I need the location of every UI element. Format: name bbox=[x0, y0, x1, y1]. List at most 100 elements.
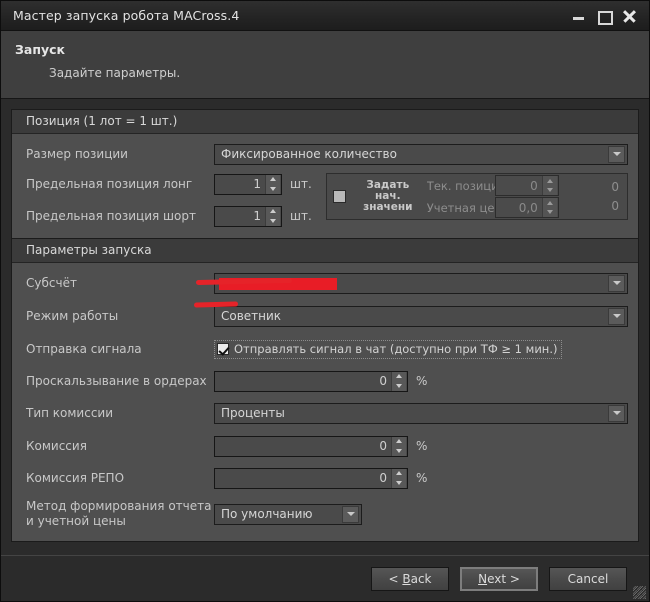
chevron-down-icon[interactable] bbox=[608, 308, 625, 325]
accounting-price-row: Учетная це 0,0 bbox=[427, 198, 559, 217]
commission-type-label: Тип комиссии bbox=[22, 406, 214, 420]
stepper-up-icon[interactable] bbox=[266, 207, 280, 217]
chevron-down-icon[interactable] bbox=[608, 405, 625, 422]
stepper-up-icon[interactable] bbox=[392, 372, 406, 382]
wizard-window: Мастер запуска робота MACross.4 Запуск З… bbox=[0, 0, 650, 602]
repo-commission-stepper[interactable]: 0 bbox=[214, 468, 408, 489]
stepper-down-icon[interactable] bbox=[392, 446, 406, 456]
repo-commission-value: 0 bbox=[379, 471, 387, 485]
stepper-down-icon[interactable] bbox=[266, 216, 280, 226]
current-position-tail-value: 0 bbox=[611, 180, 619, 194]
limits-column: Предельная позиция лонг 1 шт. bbox=[22, 171, 312, 229]
position-short-unit: шт. bbox=[290, 209, 312, 223]
window-controls bbox=[571, 8, 643, 24]
back-button-label: < Back bbox=[388, 572, 431, 586]
stepper-buttons[interactable] bbox=[391, 372, 406, 391]
wizard-body: Позиция (1 лот = 1 шт.) Размер позиции Ф… bbox=[1, 99, 649, 555]
signal-label: Отправка сигнала bbox=[22, 342, 214, 356]
mode-select[interactable]: Советник bbox=[214, 306, 628, 327]
chevron-down-icon[interactable] bbox=[608, 146, 625, 163]
position-group: Позиция (1 лот = 1 шт.) Размер позиции Ф… bbox=[11, 109, 639, 239]
stepper-up-icon[interactable] bbox=[392, 437, 406, 447]
stepper-up-icon[interactable] bbox=[392, 469, 406, 479]
stepper-down-icon[interactable] bbox=[392, 381, 406, 391]
stepper-buttons[interactable] bbox=[542, 198, 557, 217]
report-method-row: Метод формирования отчета и учетной цены… bbox=[22, 499, 628, 529]
page-subtitle: Задайте параметры. bbox=[49, 66, 649, 80]
window-title: Мастер запуска робота MACross.4 bbox=[13, 8, 571, 23]
stepper-buttons[interactable] bbox=[265, 175, 280, 194]
stepper-down-icon[interactable] bbox=[543, 208, 557, 218]
position-size-row: Размер позиции Фиксированное количество bbox=[22, 141, 628, 167]
subaccount-select[interactable] bbox=[214, 273, 628, 294]
next-button-label: Next > bbox=[478, 572, 520, 586]
minimize-icon[interactable] bbox=[571, 8, 587, 24]
position-group-title: Позиция (1 лот = 1 шт.) bbox=[12, 110, 638, 134]
accounting-price-stepper[interactable]: 0,0 bbox=[495, 197, 559, 218]
send-signal-checkbox-wrapper[interactable]: Отправлять сигнал в чат (доступно при ТФ… bbox=[214, 340, 562, 359]
position-long-stepper[interactable]: 1 bbox=[214, 174, 282, 195]
repo-commission-unit: % bbox=[416, 471, 427, 485]
stepper-up-icon[interactable] bbox=[543, 176, 557, 186]
report-method-select[interactable]: По умолчанию bbox=[214, 504, 362, 525]
commission-stepper[interactable]: 0 bbox=[214, 436, 408, 457]
mode-label: Режим работы bbox=[22, 309, 214, 323]
stepper-buttons[interactable] bbox=[391, 437, 406, 456]
maximize-icon[interactable] bbox=[596, 8, 612, 24]
initial-values-toggle[interactable]: Задать нач. значени bbox=[333, 180, 417, 213]
launch-parameters-body: Субсчёт Режим работы Советник bbox=[12, 263, 638, 541]
initial-values-checkbox[interactable] bbox=[333, 190, 346, 203]
current-position-row: Тек. позици 0 bbox=[427, 176, 559, 195]
chevron-down-icon[interactable] bbox=[608, 275, 625, 292]
back-button[interactable]: < Back bbox=[371, 567, 449, 591]
position-short-label: Предельная позиция шорт bbox=[22, 209, 214, 223]
title-bar: Мастер запуска робота MACross.4 bbox=[1, 1, 649, 31]
slippage-label: Проскальзывание в ордерах bbox=[22, 374, 214, 388]
stepper-down-icon[interactable] bbox=[266, 184, 280, 194]
initial-values-fields: Тек. позици 0 Учетная bbox=[427, 176, 559, 217]
stepper-down-icon[interactable] bbox=[543, 186, 557, 196]
position-group-body: Размер позиции Фиксированное количество … bbox=[12, 134, 638, 238]
stepper-buttons[interactable] bbox=[542, 176, 557, 195]
stepper-buttons[interactable] bbox=[265, 207, 280, 226]
send-signal-checkbox-label: Отправлять сигнал в чат (доступно при ТФ… bbox=[234, 342, 557, 356]
cancel-button-label: Cancel bbox=[568, 572, 609, 586]
stepper-up-icon[interactable] bbox=[266, 175, 280, 185]
stepper-down-icon[interactable] bbox=[392, 478, 406, 488]
position-long-value: 1 bbox=[253, 177, 261, 191]
commission-type-select[interactable]: Проценты bbox=[214, 403, 628, 424]
current-position-value: 0 bbox=[530, 179, 538, 193]
launch-parameters-group: Параметры запуска Субсчёт Режим работы С… bbox=[11, 239, 639, 542]
resize-grip-icon[interactable] bbox=[633, 586, 646, 599]
commission-unit: % bbox=[416, 439, 427, 453]
commission-value: 0 bbox=[379, 439, 387, 453]
slippage-stepper[interactable]: 0 bbox=[214, 371, 408, 392]
slippage-value: 0 bbox=[379, 374, 387, 388]
signal-row: Отправка сигнала Отправлять сигнал в чат… bbox=[22, 336, 628, 362]
accounting-price-label: Учетная це bbox=[427, 201, 495, 215]
next-button[interactable]: Next > bbox=[460, 567, 538, 591]
initial-values-caption: Задать нач. значени bbox=[359, 180, 417, 213]
position-size-select[interactable]: Фиксированное количество bbox=[214, 144, 628, 165]
stepper-buttons[interactable] bbox=[391, 469, 406, 488]
report-method-value: По умолчанию bbox=[221, 507, 313, 521]
position-size-label: Размер позиции bbox=[22, 147, 214, 161]
slippage-row: Проскальзывание в ордерах 0 % bbox=[22, 368, 628, 394]
accounting-price-tail-value: 0 bbox=[611, 199, 619, 213]
current-position-stepper[interactable]: 0 bbox=[495, 175, 559, 196]
position-long-row: Предельная позиция лонг 1 шт. bbox=[22, 171, 312, 197]
cancel-button[interactable]: Cancel bbox=[549, 567, 627, 591]
accounting-price-value: 0,0 bbox=[519, 201, 538, 215]
initial-values-tail: 0 0 bbox=[611, 178, 619, 215]
launch-parameters-title: Параметры запуска bbox=[12, 239, 638, 263]
position-short-stepper[interactable]: 1 bbox=[214, 206, 282, 227]
wizard-header: Запуск Задайте параметры. bbox=[1, 31, 649, 99]
position-size-value: Фиксированное количество bbox=[221, 147, 397, 161]
send-signal-checkbox[interactable] bbox=[217, 343, 229, 355]
initial-values-panel: Задать нач. значени Тек. позици 0 bbox=[326, 173, 628, 220]
chevron-down-icon[interactable] bbox=[342, 506, 359, 523]
stepper-up-icon[interactable] bbox=[543, 198, 557, 208]
close-icon[interactable] bbox=[621, 8, 637, 24]
current-position-label: Тек. позици bbox=[427, 179, 495, 193]
wizard-footer: < Back Next > Cancel bbox=[1, 555, 649, 601]
